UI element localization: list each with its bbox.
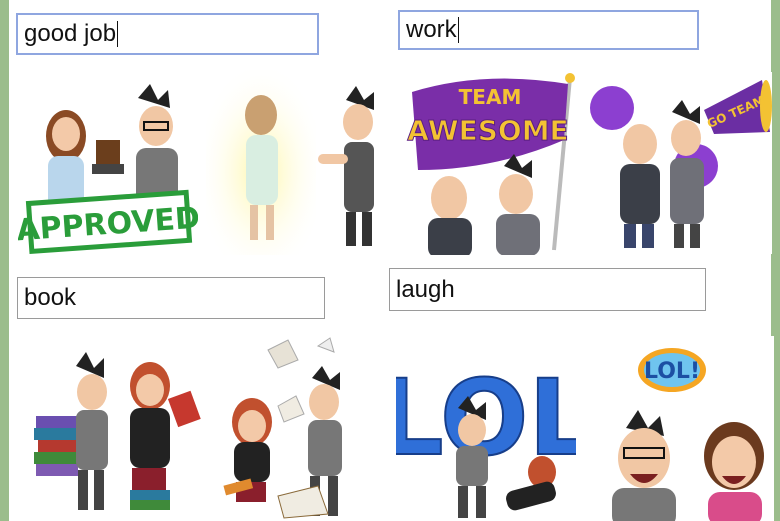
search-input-book[interactable]: book bbox=[17, 277, 325, 319]
search-input-text: good job bbox=[24, 20, 117, 47]
sticker-spotlight[interactable] bbox=[206, 70, 386, 255]
text-caret bbox=[457, 17, 459, 43]
search-input-work[interactable]: work bbox=[398, 10, 699, 50]
left-window-edge bbox=[0, 0, 9, 521]
sticker-approved[interactable]: APPROVED bbox=[18, 78, 198, 258]
sticker-lol-laugh[interactable]: LOL! bbox=[598, 336, 774, 521]
text-caret bbox=[117, 21, 119, 47]
team-flag-text: TEAM bbox=[459, 85, 522, 109]
lol-bubble-text: LOL! bbox=[644, 359, 700, 384]
search-input-good-job[interactable]: good job bbox=[16, 13, 319, 55]
search-input-text: book bbox=[24, 284, 77, 311]
sticker-books-carry[interactable] bbox=[32, 336, 202, 521]
sticker-books-flying[interactable] bbox=[218, 336, 388, 521]
sticker-team-awesome[interactable]: TEAM AWESOME bbox=[404, 70, 580, 255]
awesome-flag-text: AWESOME bbox=[407, 114, 568, 147]
search-input-text: laugh bbox=[396, 275, 455, 303]
search-input-laugh[interactable]: laugh bbox=[389, 268, 706, 311]
search-input-text: work bbox=[406, 16, 457, 43]
sticker-lol-letters[interactable]: LOL bbox=[396, 330, 576, 521]
sticker-go-team[interactable]: GO TEAM bbox=[586, 72, 772, 254]
